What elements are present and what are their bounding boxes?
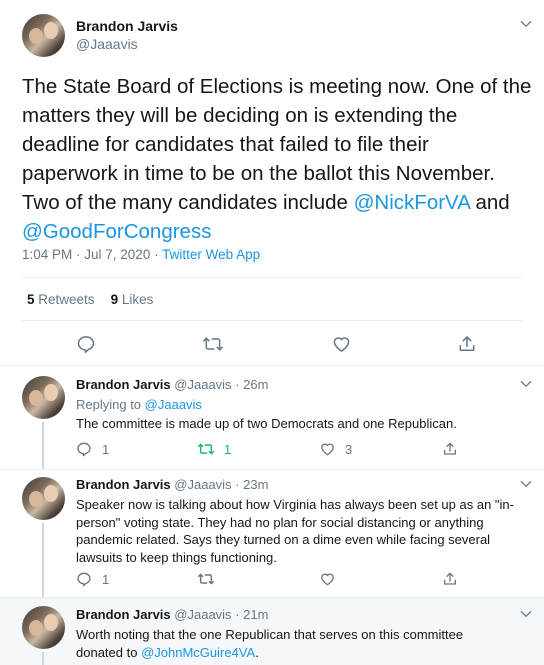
tweet-text-line: The State Board of Elections is meeting … bbox=[22, 75, 532, 98]
reply-tweet[interactable]: Brandon Jarvis @Jaaavis · 21m Worth noti… bbox=[0, 598, 544, 665]
like-action[interactable]: 3 bbox=[319, 441, 352, 457]
retweet-icon[interactable] bbox=[202, 334, 224, 354]
reply-text-line: Speaker now is talking about how Virgini… bbox=[76, 497, 514, 512]
share-icon[interactable] bbox=[457, 334, 477, 354]
relative-time[interactable]: · 23m bbox=[232, 477, 268, 492]
like-icon[interactable] bbox=[319, 571, 336, 587]
reply-text-line: lawsuits to keep things functioning. bbox=[76, 549, 277, 565]
tweet-actions bbox=[0, 332, 544, 356]
likes-label: Likes bbox=[121, 292, 154, 307]
reply-icon bbox=[77, 442, 91, 457]
reply-action[interactable]: 1 bbox=[76, 441, 109, 457]
reply-icon[interactable] bbox=[76, 334, 96, 354]
like-count: 3 bbox=[345, 441, 353, 457]
chevron-down-icon[interactable] bbox=[519, 377, 533, 391]
divider bbox=[22, 320, 522, 321]
like-icon bbox=[321, 443, 334, 456]
avatar[interactable] bbox=[22, 477, 65, 520]
avatar[interactable] bbox=[22, 606, 65, 649]
chevron-down-icon[interactable] bbox=[519, 17, 533, 31]
handle[interactable]: @Jaaavis bbox=[174, 607, 231, 622]
handle[interactable]: @Jaaavis bbox=[174, 477, 231, 492]
separator-dot: · bbox=[150, 247, 163, 262]
main-tweet: Brandon Jarvis @Jaaavis The State Board … bbox=[0, 0, 544, 366]
relative-time[interactable]: · 21m bbox=[232, 607, 268, 622]
share-icon[interactable] bbox=[442, 441, 458, 457]
timestamp[interactable]: 1:04 PM · Jul 7, 2020 bbox=[22, 247, 150, 262]
chevron-down-icon[interactable] bbox=[519, 607, 533, 621]
retweets-count: 5 bbox=[27, 292, 35, 307]
reply-header: Brandon Jarvis @Jaaavis · 26m bbox=[76, 377, 268, 392]
tweet-text-line: deadline for candidates that failed to f… bbox=[22, 133, 429, 156]
display-name[interactable]: Brandon Jarvis bbox=[76, 477, 171, 492]
thread-connector bbox=[42, 652, 44, 665]
chevron-down-icon[interactable] bbox=[519, 477, 533, 491]
tweet-text: The State Board of Elections is meeting … bbox=[22, 72, 534, 246]
reply-header: Brandon Jarvis @Jaaavis · 23m bbox=[76, 477, 268, 492]
reply-text: The committee is made up of two Democrat… bbox=[76, 416, 457, 431]
reply-text-line: Worth noting that the one Republican tha… bbox=[76, 627, 464, 642]
reply-text-fragment: donated to bbox=[76, 644, 142, 660]
retweet-icon bbox=[197, 443, 215, 455]
retweet-count: 1 bbox=[224, 441, 232, 457]
reply-header: Brandon Jarvis @Jaaavis · 21m bbox=[76, 607, 268, 622]
avatar[interactable] bbox=[22, 376, 65, 419]
display-name[interactable]: Brandon Jarvis bbox=[76, 377, 171, 392]
like-icon[interactable] bbox=[331, 334, 352, 354]
tweet-text-line: Two of the many candidates include bbox=[22, 191, 354, 214]
reply-icon bbox=[77, 572, 91, 587]
reply-count: 1 bbox=[102, 571, 110, 587]
likes-count: 9 bbox=[110, 292, 119, 307]
tweet-text-fragment: and bbox=[469, 191, 510, 214]
replying-to-label: Replying to bbox=[76, 397, 145, 412]
retweets-stat[interactable]: 5 Retweets bbox=[27, 292, 95, 307]
reply-actions: 1 bbox=[76, 571, 516, 589]
engagement-stats: 5 Retweets 9 Likes bbox=[27, 292, 153, 307]
tweet-text-line: matters they will be deciding on is exte… bbox=[22, 104, 458, 127]
share-icon[interactable] bbox=[442, 571, 458, 587]
reply-tweet[interactable]: Brandon Jarvis @Jaaavis · 23m Speaker no… bbox=[0, 470, 544, 597]
mention-link[interactable]: @GoodForCongress bbox=[22, 220, 211, 243]
thread-connector bbox=[42, 523, 44, 597]
reply-text-fragment: . bbox=[255, 644, 259, 660]
handle[interactable]: @Jaaavis bbox=[174, 377, 231, 392]
source-link[interactable]: Twitter Web App bbox=[162, 247, 260, 262]
handle[interactable]: @Jaaavis bbox=[76, 36, 138, 52]
reply-text: Speaker now is talking about how Virgini… bbox=[76, 496, 524, 566]
replying-to: Replying to @Jaaavis bbox=[76, 396, 516, 414]
thread-connector bbox=[42, 422, 44, 470]
avatar[interactable] bbox=[22, 14, 65, 57]
retweet-icon[interactable] bbox=[197, 571, 215, 587]
reply-tweet[interactable]: Brandon Jarvis @Jaaavis · 26m Replying t… bbox=[0, 367, 544, 470]
mention-link[interactable]: @Jaaavis bbox=[145, 397, 202, 412]
mention-link[interactable]: @NickForVA bbox=[354, 191, 470, 214]
retweets-label: Retweets bbox=[38, 292, 95, 307]
relative-time[interactable]: · 26m bbox=[232, 377, 268, 392]
mention-link[interactable]: @JohnMcGuire4VA bbox=[141, 645, 255, 660]
tweet-metadata: 1:04 PM · Jul 7, 2020 · Twitter Web App bbox=[22, 247, 260, 262]
likes-stat[interactable]: 9 Likes bbox=[111, 292, 154, 307]
reply-action[interactable]: 1 bbox=[76, 571, 109, 587]
reply-text: Worth noting that the one Republican tha… bbox=[76, 626, 524, 661]
reply-actions: 1 1 3 bbox=[76, 441, 516, 459]
reply-text-line: pandemic related. Says they turned on a … bbox=[76, 532, 491, 547]
display-name[interactable]: Brandon Jarvis bbox=[76, 18, 178, 34]
divider bbox=[22, 277, 522, 278]
tweet-text-line: paperwork in time to be on the ballot th… bbox=[22, 162, 495, 185]
display-name[interactable]: Brandon Jarvis bbox=[76, 607, 171, 622]
reply-count: 1 bbox=[102, 441, 110, 457]
reply-text-line: person" voting state. They had no plan f… bbox=[76, 514, 484, 530]
retweet-action[interactable]: 1 bbox=[197, 441, 231, 457]
